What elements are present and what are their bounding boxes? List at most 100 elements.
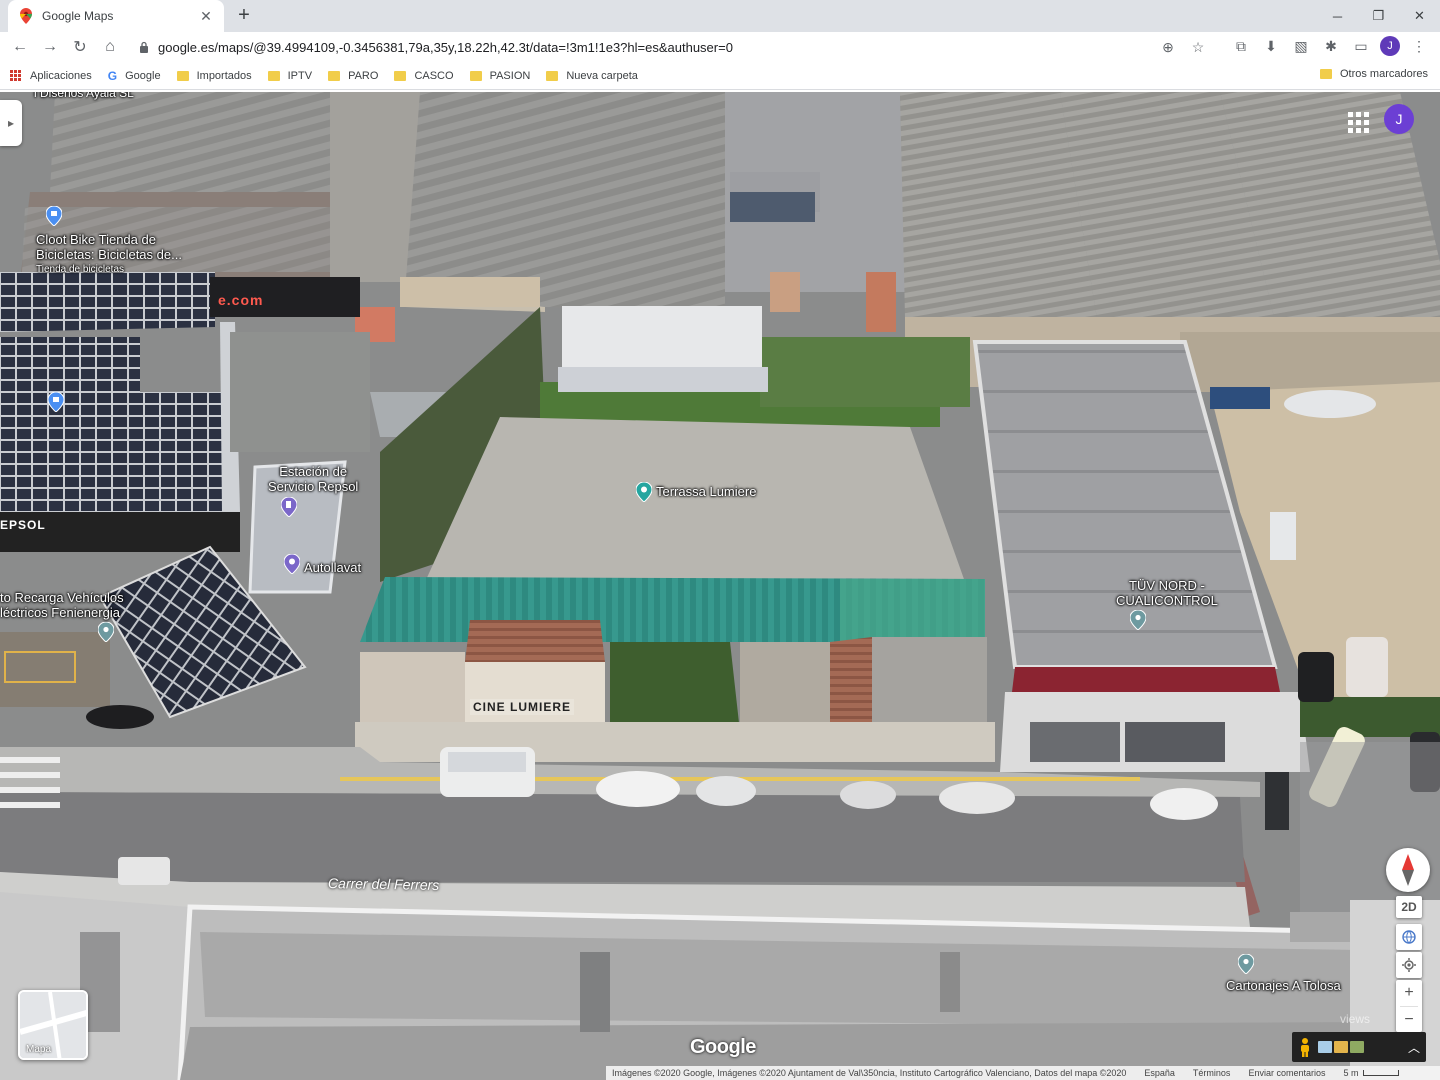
repsol-sign: EPSOL bbox=[0, 518, 46, 532]
place-name-tuv-nord[interactable]: TÜV NORD - CUALICONTROL bbox=[1116, 578, 1218, 608]
google-apps-grid-icon[interactable] bbox=[1346, 110, 1370, 134]
bookmark-apps[interactable]: Aplicaciones bbox=[10, 69, 92, 82]
bookmark-folder[interactable]: Importados bbox=[176, 70, 252, 82]
place-name-fenienergia[interactable]: to Recarga Vehículos léctricos Fenienerg… bbox=[0, 590, 124, 620]
browser-toolbar: ← → ↻ ⌂ google.es/maps/@39.4994109,-0.34… bbox=[0, 32, 1440, 62]
terms-link[interactable]: Términos bbox=[1193, 1068, 1231, 1078]
google-watermark: Google bbox=[690, 1036, 756, 1058]
place-marker-autollavat[interactable]: Autollavat bbox=[284, 554, 361, 575]
place-name-cartonajes[interactable]: Cartonajes A Tolosa bbox=[1226, 978, 1341, 993]
folder-icon bbox=[394, 70, 407, 81]
reload-icon[interactable]: ↻ bbox=[66, 33, 94, 61]
folder-icon bbox=[176, 70, 189, 81]
place-marker-tuv-nord[interactable] bbox=[1130, 610, 1146, 630]
my-location-icon[interactable] bbox=[1396, 952, 1422, 978]
back-icon[interactable]: ← bbox=[6, 33, 34, 61]
street-label[interactable]: Carrer del Ferrers bbox=[328, 875, 440, 893]
new-tab-button[interactable]: + bbox=[232, 4, 256, 28]
imagery-attribution: Imágenes ©2020 Google, Imágenes ©2020 Aj… bbox=[612, 1068, 1127, 1078]
home-icon[interactable]: ⌂ bbox=[96, 33, 124, 61]
browser-tab[interactable]: Google Maps ✕ bbox=[8, 0, 224, 32]
place-marker-shop[interactable] bbox=[48, 392, 64, 412]
minimize-button[interactable]: ─ bbox=[1317, 0, 1358, 32]
google-g-icon: G bbox=[107, 68, 118, 83]
close-window-button[interactable]: ✕ bbox=[1399, 0, 1440, 32]
car-wash-pin-icon bbox=[284, 554, 300, 574]
bookmark-folder[interactable]: CASCO bbox=[394, 70, 454, 82]
leisure-pin-icon bbox=[636, 482, 652, 502]
folder-icon bbox=[328, 70, 341, 81]
bookmark-folder[interactable]: IPTV bbox=[267, 70, 312, 82]
tab-title: Google Maps bbox=[42, 9, 114, 23]
bookmark-folder[interactable]: Nueva carpeta bbox=[546, 70, 638, 82]
chevron-up-icon[interactable]: ︿ bbox=[1408, 1039, 1420, 1056]
shop-pin-icon bbox=[46, 206, 62, 226]
account-avatar[interactable]: J bbox=[1384, 104, 1414, 134]
country-link[interactable]: España bbox=[1144, 1068, 1175, 1078]
views-watermark: views bbox=[1340, 1012, 1371, 1026]
pegman-icon[interactable] bbox=[1298, 1037, 1312, 1057]
place-marker-cloot-bike[interactable] bbox=[46, 206, 62, 226]
extensions-puzzle-icon[interactable]: ✱ bbox=[1320, 35, 1342, 57]
zoom-controls: + − bbox=[1396, 980, 1422, 1032]
rooftop-sign: e.com bbox=[218, 292, 264, 308]
download-icon[interactable]: ⬇ bbox=[1260, 35, 1282, 57]
compass-icon[interactable] bbox=[1386, 848, 1430, 892]
satellite-imagery bbox=[0, 92, 1440, 1080]
restore-button[interactable]: ❐ bbox=[1358, 0, 1399, 32]
map-layer-switcher[interactable]: Mapa bbox=[18, 990, 88, 1060]
business-pin-icon bbox=[1238, 954, 1254, 974]
place-marker-repsol[interactable] bbox=[281, 497, 297, 517]
close-tab-icon[interactable]: ✕ bbox=[198, 8, 214, 25]
toggle-2d-button[interactable]: 2D bbox=[1396, 896, 1422, 918]
cine-lumiere-sign: CINE LUMIERE bbox=[470, 699, 575, 715]
imagery-thumb[interactable] bbox=[1318, 1041, 1332, 1053]
zoom-in-button[interactable]: + bbox=[1396, 980, 1422, 1006]
bookmark-folder[interactable]: PASION bbox=[469, 70, 530, 82]
forward-icon[interactable]: → bbox=[36, 33, 64, 61]
place-marker-terrassa-lumiere[interactable]: Terrassa Lumiere bbox=[636, 482, 756, 502]
lock-icon bbox=[140, 41, 148, 53]
gas-station-pin-icon bbox=[281, 497, 297, 517]
bottom-map-controls: ︿ bbox=[1292, 1032, 1426, 1062]
map-attribution-bar: Imágenes ©2020 Google, Imágenes ©2020 Aj… bbox=[606, 1066, 1440, 1080]
folder-icon bbox=[546, 70, 559, 81]
globe-view-icon[interactable] bbox=[1396, 924, 1422, 950]
map-canvas[interactable]: l Diseños Ayala SL Cloot Bike Tienda de … bbox=[0, 92, 1440, 1080]
profile-avatar[interactable]: J bbox=[1380, 36, 1400, 56]
shop-pin-icon bbox=[48, 392, 64, 412]
ev-charging-pin-icon bbox=[98, 622, 114, 642]
bookmarks-bar: Aplicaciones G Google Importados IPTV PA… bbox=[0, 62, 1440, 90]
folder-icon bbox=[1319, 69, 1332, 79]
place-marker-fenienergia[interactable] bbox=[98, 622, 114, 642]
send-feedback-link[interactable]: Enviar comentarios bbox=[1248, 1068, 1325, 1078]
bookmark-folder[interactable]: PARO bbox=[328, 70, 378, 82]
browser-menu-icon[interactable]: ⋮ bbox=[1408, 35, 1430, 57]
other-bookmarks[interactable]: Otros marcadores bbox=[1319, 68, 1428, 80]
browser-tab-strip: Google Maps ✕ + ─ ❐ ✕ bbox=[0, 0, 1440, 32]
bookmark-star-icon[interactable]: ☆ bbox=[1188, 37, 1208, 57]
imagery-thumbnails[interactable] bbox=[1318, 1041, 1364, 1053]
apps-grid-icon bbox=[10, 69, 22, 82]
imagery-thumb[interactable] bbox=[1350, 1041, 1364, 1053]
scale-label[interactable]: 5 m bbox=[1343, 1068, 1358, 1078]
place-name-cloot-bike[interactable]: Cloot Bike Tienda de Bicicletas: Bicicle… bbox=[36, 232, 182, 277]
bookmark-google[interactable]: G Google bbox=[108, 69, 161, 83]
folder-icon bbox=[469, 70, 482, 81]
extension-screenshot-icon[interactable]: ⧉ bbox=[1230, 35, 1252, 57]
zoom-out-button[interactable]: − bbox=[1396, 1007, 1422, 1033]
install-app-icon[interactable]: ⊕ bbox=[1158, 37, 1178, 57]
expand-side-panel-button[interactable]: ▸ bbox=[0, 100, 22, 146]
google-maps-pin-icon bbox=[18, 8, 34, 24]
imagery-thumb[interactable] bbox=[1334, 1041, 1348, 1053]
url-text: google.es/maps/@39.4994109,-0.3456381,79… bbox=[158, 39, 733, 55]
address-bar[interactable]: google.es/maps/@39.4994109,-0.3456381,79… bbox=[128, 34, 1204, 60]
place-name-repsol[interactable]: Estación de Servicio Repsol bbox=[268, 464, 358, 494]
folder-icon bbox=[267, 70, 280, 81]
business-pin-icon bbox=[1130, 610, 1146, 630]
scale-bar bbox=[1362, 1070, 1399, 1076]
place-label-cut[interactable]: l Diseños Ayala SL bbox=[34, 92, 134, 101]
place-marker-cartonajes[interactable] bbox=[1238, 954, 1254, 974]
extension-pdf-icon[interactable]: ▧ bbox=[1290, 35, 1312, 57]
cast-icon[interactable]: ▭ bbox=[1350, 35, 1372, 57]
